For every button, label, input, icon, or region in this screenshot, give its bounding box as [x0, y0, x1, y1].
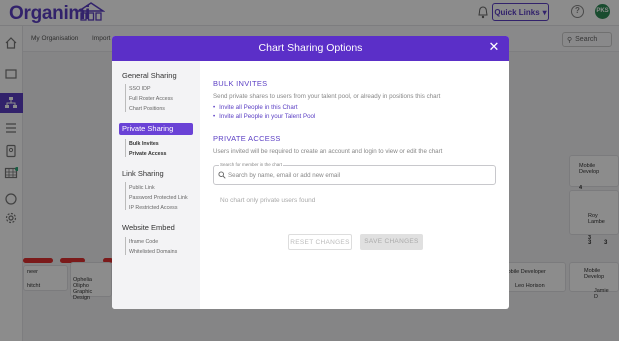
chart-sharing-dialog: Chart Sharing Options ✕ General Sharing … [112, 36, 509, 309]
nav-public-link[interactable]: Public Link [129, 185, 155, 191]
nav-whitelisted-domains[interactable]: Whitelisted Domains [129, 249, 177, 255]
sharing-content: BULK INVITES Send private shares to user… [213, 61, 503, 309]
sharing-sidebar: General Sharing SSO IDP Full Roster Acce… [112, 61, 200, 309]
nav-iframe-code[interactable]: Iframe Code [129, 239, 158, 245]
private-access-heading: PRIVATE ACCESS [213, 134, 281, 143]
member-search-field[interactable]: Search for member in the chart [213, 162, 496, 185]
nav-divider [125, 84, 126, 112]
nav-password-protected-link[interactable]: Password Protected Link [129, 195, 188, 201]
nav-website-embed[interactable]: Website Embed [122, 223, 175, 232]
nav-full-roster-access[interactable]: Full Roster Access [129, 96, 173, 102]
dialog-header: Chart Sharing Options ✕ [112, 36, 509, 61]
nav-link-sharing[interactable]: Link Sharing [122, 169, 164, 178]
invite-chart-people-link[interactable]: Invite all People in this Chart [213, 104, 297, 111]
nav-general-sharing[interactable]: General Sharing [122, 71, 177, 80]
nav-private-sharing[interactable]: Private Sharing [119, 123, 193, 135]
private-access-description: Users invited will be required to create… [213, 148, 443, 155]
member-search-input[interactable] [228, 170, 492, 181]
member-search-label: Search for member in the chart [219, 162, 284, 167]
nav-sso-idp[interactable]: SSO IDP [129, 86, 151, 92]
invite-talent-pool-link[interactable]: Invite all People in your Talent Pool [213, 113, 315, 120]
close-icon[interactable]: ✕ [488, 40, 500, 53]
nav-divider [125, 139, 126, 157]
reset-changes-button[interactable]: RESET CHANGES [288, 234, 352, 250]
save-changes-button[interactable]: SAVE CHANGES [360, 234, 423, 250]
nav-private-access[interactable]: Private Access [129, 151, 167, 157]
nav-divider [125, 182, 126, 210]
empty-state-message: No chart only private users found [220, 197, 316, 204]
search-icon [218, 171, 226, 179]
bulk-invites-heading: BULK INVITES [213, 79, 268, 88]
dialog-title: Chart Sharing Options [258, 42, 363, 54]
nav-chart-positions[interactable]: Chart Positions [129, 106, 165, 112]
nav-bulk-invites[interactable]: Bulk Invites [129, 141, 159, 147]
bulk-invites-description: Send private shares to users from your t… [213, 93, 441, 100]
nav-ip-restricted-access[interactable]: IP Restricted Access [129, 205, 177, 211]
nav-divider [125, 237, 126, 255]
